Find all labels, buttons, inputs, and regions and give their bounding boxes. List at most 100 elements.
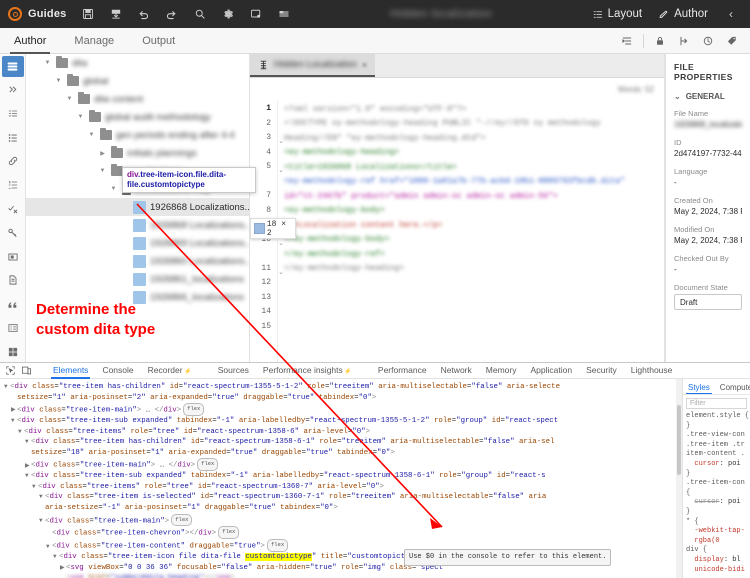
expand-chevrons-icon[interactable] xyxy=(2,80,24,101)
css-declaration[interactable]: display: bl xyxy=(686,556,750,566)
dom-node-line[interactable]: ▼ <div class="tree-items" role="tree" id=… xyxy=(4,482,676,493)
chevron-down-icon[interactable]: ▼ xyxy=(87,131,96,140)
styles-filter-input[interactable]: Filter xyxy=(686,398,747,409)
dom-node-line[interactable]: <use href="symbol#dita-heading"></use> xyxy=(4,573,676,578)
devtools-tab-elements[interactable]: Elements xyxy=(46,363,95,379)
dom-node-line[interactable]: ▼ <div class="tree-item has-children" id=… xyxy=(4,437,676,448)
code-content[interactable]: <?xml version="1.0" encoding="UTF-8"?> <!… xyxy=(278,100,664,362)
dom-node-line[interactable]: setsize="1" aria-posinset="2" aria-expan… xyxy=(4,393,676,404)
tree-item[interactable]: 1926860 Localizations... xyxy=(26,252,249,270)
tab-styles[interactable]: Styles xyxy=(683,381,715,394)
form-icon[interactable] xyxy=(2,317,24,338)
css-rule[interactable]: .tree-view-con .tree-item .tr item-content… xyxy=(686,431,750,479)
dom-node-line[interactable]: <div class="tree-item-chevron"></div> fle… xyxy=(4,526,676,540)
tree-item[interactable]: 1926868 Localizations... xyxy=(26,216,249,234)
chevron-down-icon[interactable]: ▼ xyxy=(76,113,85,122)
repository-icon[interactable] xyxy=(1,56,24,77)
css-declaration[interactable]: cursor: poi xyxy=(686,460,750,470)
tree-item[interactable]: 1926868 Localizations... xyxy=(26,198,249,216)
devtools-tab-recorder[interactable]: Recorder ⚡ xyxy=(141,363,199,379)
grid-icon[interactable] xyxy=(2,341,24,362)
css-rule[interactable]: * { -webkit-tap- rgba(0 xyxy=(686,518,750,547)
tab-computed[interactable]: Computed xyxy=(715,381,750,394)
overflow-chevron-icon[interactable]: ‹ xyxy=(718,3,744,25)
document-state-select[interactable]: Draft xyxy=(674,294,742,310)
numbered-list-icon[interactable] xyxy=(2,175,24,196)
chevron-down-icon[interactable]: ▼ xyxy=(65,95,74,104)
css-declaration[interactable]: -webkit-tap- xyxy=(686,527,750,537)
css-rules-list[interactable]: element.style {} .tree-view-con .tree-item… xyxy=(683,412,750,575)
tree-item[interactable]: ▼ dita content xyxy=(26,90,249,108)
devtools-tab-sources[interactable]: Sources xyxy=(211,363,256,379)
chevron-down-icon[interactable]: ▼ xyxy=(109,185,118,194)
search-icon[interactable] xyxy=(187,3,213,25)
devtools-tab-network[interactable]: Network xyxy=(434,363,479,379)
chevron-right-icon[interactable]: ▶ xyxy=(98,149,107,158)
general-section-header[interactable]: ⌄ GENERAL xyxy=(674,92,742,101)
editor-code-area[interactable]: 123⌄45⌄78910⌄11⌄12131415 <?xml version="… xyxy=(250,100,664,362)
tree-item[interactable]: 1926861_localizations xyxy=(26,270,249,288)
dom-node-line[interactable]: ▼ <div class="tree-item has-children" id=… xyxy=(4,382,676,393)
device-toolbar-icon[interactable] xyxy=(18,364,34,378)
undo-icon[interactable] xyxy=(131,3,157,25)
gear-icon[interactable] xyxy=(215,3,241,25)
css-declaration[interactable]: unicode-bidi xyxy=(686,566,750,576)
tab-author[interactable]: Author xyxy=(0,28,60,54)
editor-tab[interactable]: Hidden Localization × xyxy=(250,54,376,77)
css-rule[interactable]: div { display: bl unicode-bidi xyxy=(686,546,750,575)
dom-node-line[interactable]: aria-setsize="-1" aria-posinset="1" drag… xyxy=(4,503,676,514)
devtools-tab-console[interactable]: Console xyxy=(95,363,140,379)
tree-item[interactable]: 1926869 Localizations... xyxy=(26,234,249,252)
chevron-down-icon[interactable]: ▼ xyxy=(98,167,107,176)
checkout-icon[interactable] xyxy=(672,30,696,52)
close-icon[interactable]: × xyxy=(362,60,367,70)
tab-manage[interactable]: Manage xyxy=(60,28,128,54)
author-mode-button[interactable]: Author xyxy=(652,3,714,25)
quote-icon[interactable] xyxy=(2,294,24,315)
app-brand[interactable]: Guides xyxy=(6,7,73,21)
indent-icon[interactable] xyxy=(615,30,639,52)
dom-node-line[interactable]: setsize="18" aria-posinset="1" aria-expa… xyxy=(4,448,676,459)
dom-node-line[interactable]: ▼ <div class="tree-item-main"> flex xyxy=(4,513,676,527)
css-declaration[interactable]: cursor: poi xyxy=(686,498,750,508)
dom-node-line[interactable]: ▼ <div class="tree-item is-selected" id="… xyxy=(4,492,676,503)
tree-item[interactable]: ▶ initials plannings xyxy=(26,144,249,162)
insert-table-icon[interactable] xyxy=(271,3,297,25)
check-in-icon[interactable] xyxy=(103,3,129,25)
devtools-tab-performance[interactable]: Performance xyxy=(371,363,434,379)
dom-node-line[interactable]: ▶<div class="tree-item-main"> … </div> fl… xyxy=(4,458,676,471)
outline-icon[interactable] xyxy=(2,104,24,125)
insert-image-icon[interactable] xyxy=(243,3,269,25)
dom-node-line[interactable]: ▼ <div class="tree-item-sub expanded" tab… xyxy=(4,416,676,427)
devtools-tab-performance-insights[interactable]: Performance insights ⚡ xyxy=(256,363,359,379)
spellcheck-icon[interactable] xyxy=(2,199,24,220)
inspect-icon[interactable] xyxy=(2,364,18,378)
css-rule[interactable]: element.style {} xyxy=(686,412,750,431)
devtools-tab-lighthouse[interactable]: Lighthouse xyxy=(624,363,680,379)
save-icon[interactable] xyxy=(75,3,101,25)
chevron-down-icon[interactable]: ▼ xyxy=(43,59,52,68)
css-rule[interactable]: .tree-item-con { cursor: poi} xyxy=(686,479,750,517)
key-icon[interactable] xyxy=(2,222,24,243)
dom-tree[interactable]: Use $0 in the console to refer to this e… xyxy=(0,379,676,578)
redo-icon[interactable] xyxy=(159,3,185,25)
history-icon[interactable] xyxy=(696,30,720,52)
link-icon[interactable] xyxy=(2,151,24,172)
document-icon[interactable] xyxy=(2,270,24,291)
media-icon[interactable] xyxy=(2,246,24,267)
tree-item[interactable]: ▼ global audit methodology xyxy=(26,108,249,126)
tree-item[interactable]: ▼ gen periods ending after 4-4 xyxy=(26,126,249,144)
tree-item[interactable]: ▼ dita xyxy=(26,54,249,72)
tree-item[interactable]: ▼ global xyxy=(26,72,249,90)
lock-icon[interactable] xyxy=(648,30,672,52)
devtools-tab-application[interactable]: Application xyxy=(523,363,579,379)
devtools-tab-security[interactable]: Security xyxy=(579,363,624,379)
list-icon[interactable] xyxy=(2,127,24,148)
chevron-down-icon[interactable]: ▼ xyxy=(54,77,63,86)
tag-icon[interactable] xyxy=(720,30,744,52)
dom-node-line[interactable]: ▶<div class="tree-item-main"> … </div> fl… xyxy=(4,403,676,416)
layout-menu[interactable]: Layout xyxy=(586,3,649,25)
devtools-tab-memory[interactable]: Memory xyxy=(479,363,524,379)
dom-scrollbar[interactable] xyxy=(676,379,682,578)
css-declaration[interactable]: rgba(0 xyxy=(686,537,750,547)
